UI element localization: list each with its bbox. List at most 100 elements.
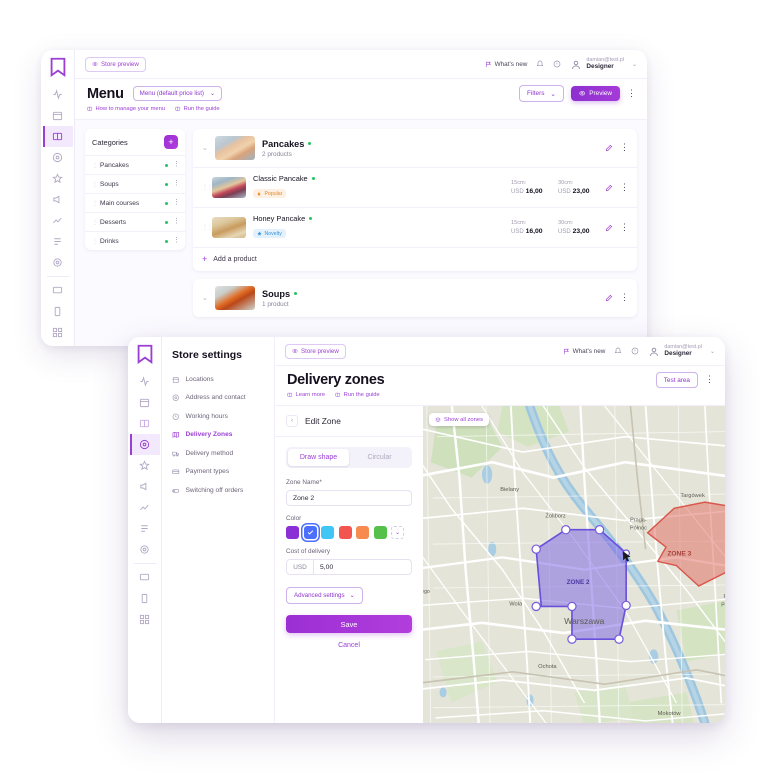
sidebar-item-switching-off-orders[interactable]: Switching off orders [162,481,274,500]
zone-vertex-handle[interactable] [594,525,605,535]
drag-handle-icon[interactable]: ⋮⋮ [92,200,103,207]
add-category-button[interactable]: + [164,135,178,149]
zone-vertex-handle[interactable] [567,634,577,644]
category-more-button[interactable]: ⋮ [173,199,180,206]
rail-monitor-icon[interactable] [43,280,73,301]
notifications-bell-icon[interactable] [536,60,544,68]
category-more-button[interactable]: ⋮ [620,142,629,152]
rail-analytics-icon[interactable] [43,210,73,231]
rail-menu-book-icon[interactable] [130,413,160,434]
more-colors-chevron-down-icon[interactable]: ⌄ [391,526,404,539]
user-menu[interactable]: damian@test.pl Designer ⌄ [570,57,637,72]
run-the-guide-link[interactable]: Run the guide [175,106,220,112]
test-area-button[interactable]: Test area [655,372,698,388]
color-swatch-purple[interactable] [286,526,299,539]
category-item-main-courses[interactable]: ⋮⋮ Main courses ⋮ [85,193,185,212]
rail-calendar-icon[interactable] [130,392,160,413]
rail-analytics-icon[interactable] [130,497,160,518]
category-more-button[interactable]: ⋮ [620,292,629,302]
sidebar-item-working-hours[interactable]: Working hours [162,407,274,426]
category-item-soups[interactable]: ⋮⋮ Soups ⋮ [85,174,185,193]
filters-button[interactable]: Filters ⌄ [519,85,564,102]
rail-settings-icon[interactable] [43,252,73,273]
learn-more-link[interactable]: Learn more [287,392,325,398]
edit-icon[interactable] [605,289,613,307]
zone-name-input[interactable]: Zone 2 [286,490,412,506]
category-item-pancakes[interactable]: ⋮⋮ Pancakes ⋮ [85,155,185,174]
save-button[interactable]: Save [286,615,412,633]
tab-draw-shape[interactable]: Draw shape [288,449,349,466]
drag-handle-icon[interactable]: ⋮⋮ [202,184,213,191]
color-swatch-green[interactable] [373,526,387,539]
product-more-button[interactable]: ⋮ [620,182,629,192]
rail-activity-icon[interactable] [43,84,73,105]
map-canvas[interactable]: ZONE 3 ZONE 2 Warszawa Żoliborz Bielany … [423,406,725,723]
category-more-button[interactable]: ⋮ [173,218,180,225]
rail-settings-icon[interactable] [130,539,160,560]
notifications-bell-icon[interactable] [614,347,622,355]
more-options-button[interactable]: ⋮ [627,88,636,98]
drag-handle-icon[interactable]: ⋮⋮ [92,181,103,188]
zone-vertex-handle[interactable] [531,544,541,554]
delivery-zones-map[interactable]: ZONE 3 ZONE 2 Warszawa Żoliborz Bielany … [423,406,725,723]
rail-megaphone-icon[interactable] [43,189,73,210]
sidebar-item-payment-types[interactable]: Payment types [162,463,274,482]
show-all-zones-button[interactable]: Show all zones [429,413,489,426]
product-row-classic-pancake[interactable]: ⋮⋮ Classic Pancake Popular 15cm: USD 16,… [193,167,637,207]
color-swatch-orange[interactable] [356,526,369,539]
logo-icon[interactable] [47,56,69,78]
advanced-settings-button[interactable]: Advanced settings ⌄ [286,587,363,604]
rail-monitor-icon[interactable] [130,567,160,588]
rail-menu-book-icon[interactable] [42,126,73,147]
zone-vertex-handle[interactable] [567,601,577,612]
whats-new-button[interactable]: What's new [563,348,605,355]
rail-mobile-icon[interactable] [130,588,160,609]
store-preview-button[interactable]: Store preview [285,343,346,359]
rail-mobile-icon[interactable] [43,301,73,322]
color-swatch-red[interactable] [338,526,352,539]
color-swatch-blue-selected[interactable] [303,526,317,539]
store-preview-button[interactable]: Store preview [85,56,146,72]
user-menu[interactable]: damian@test.pl Designer ⌄ [648,344,715,359]
category-section-header[interactable]: ⌄ Soups 1 product ⋮ [193,279,637,317]
zone-vertex-handle[interactable] [561,525,571,535]
whats-new-button[interactable]: What's new [485,61,527,68]
help-icon[interactable] [553,60,561,68]
tab-circular[interactable]: Circular [349,449,410,466]
edit-icon[interactable] [605,139,613,157]
drag-handle-icon[interactable]: ⋮⋮ [92,238,103,245]
sidebar-item-locations[interactable]: Locations [162,370,274,389]
zone-vertex-handle[interactable] [621,600,631,611]
drag-handle-icon[interactable]: ⋮⋮ [92,219,103,226]
rail-location-icon[interactable] [129,434,160,455]
cancel-button[interactable]: Cancel [286,642,412,649]
category-section-header[interactable]: ⌄ Pancakes 2 products ⋮ [193,129,637,167]
drag-handle-icon[interactable]: ⋮⋮ [92,162,103,169]
drag-handle-icon[interactable]: ⋮⋮ [202,224,213,231]
sidebar-item-delivery-method[interactable]: Delivery method [162,444,274,463]
category-more-button[interactable]: ⋮ [173,180,180,187]
color-swatch-cyan[interactable] [321,526,334,539]
menu-price-list-select[interactable]: Menu (default price list) ⌄ [132,86,223,101]
help-icon[interactable] [631,347,639,355]
preview-button[interactable]: Preview [570,86,620,101]
rail-star-icon[interactable] [130,455,160,476]
more-options-button[interactable]: ⋮ [705,374,714,384]
rail-activity-icon[interactable] [130,371,160,392]
zone-vertex-handle[interactable] [614,634,624,644]
category-more-button[interactable]: ⋮ [173,237,180,244]
rail-megaphone-icon[interactable] [130,476,160,497]
category-more-button[interactable]: ⋮ [173,161,180,168]
back-button[interactable]: ‹ [286,415,298,427]
run-the-guide-link[interactable]: Run the guide [335,392,380,398]
rail-list-icon[interactable] [43,231,73,252]
sidebar-item-address-and-contact[interactable]: Address and contact [162,389,274,408]
add-product-button[interactable]: + Add a product [193,247,637,271]
category-item-desserts[interactable]: ⋮⋮ Desserts ⋮ [85,212,185,231]
edit-icon[interactable] [605,179,613,197]
product-more-button[interactable]: ⋮ [620,222,629,232]
zone-vertex-handle[interactable] [531,601,541,612]
sidebar-item-delivery-zones[interactable]: Delivery Zones [162,426,274,445]
chevron-down-icon[interactable]: ⌄ [202,144,208,152]
how-to-manage-menu-link[interactable]: How to manage your menu [87,106,165,112]
